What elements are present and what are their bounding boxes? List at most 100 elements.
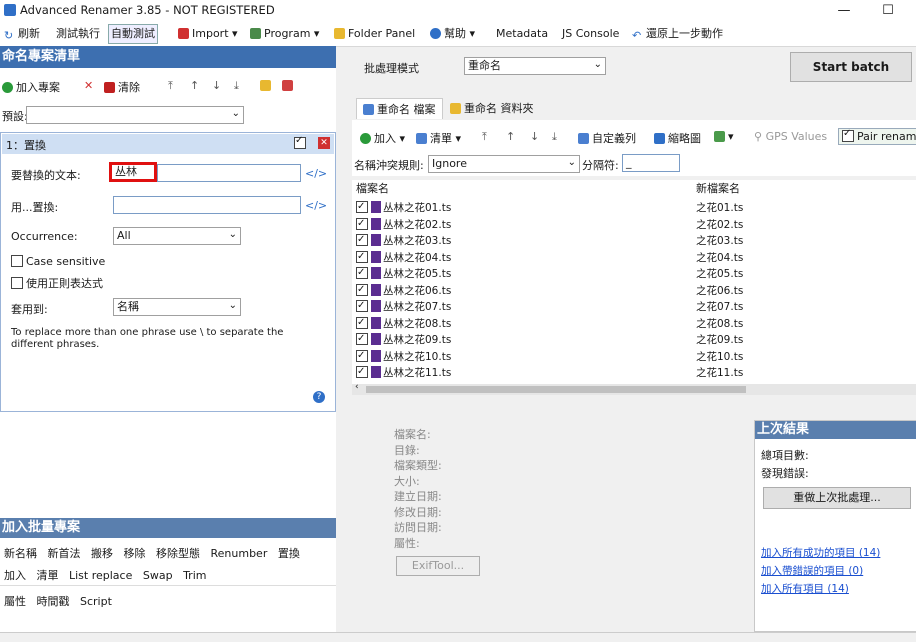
table-row[interactable]: 丛林之花09.ts bbox=[356, 331, 451, 348]
batch-method-move[interactable]: 搬移 bbox=[91, 547, 113, 560]
move-down-icon[interactable]: ↓ bbox=[212, 79, 221, 92]
batch-methods-title: 加入批量專案 bbox=[0, 518, 336, 538]
thumbnails-button[interactable]: 縮略圖 bbox=[654, 130, 701, 146]
checkbox-icon[interactable] bbox=[356, 364, 368, 380]
batch-method-swap[interactable]: Swap bbox=[143, 569, 173, 582]
batch-method-remove-pattern[interactable]: 移除型態 bbox=[156, 547, 200, 560]
minimize-button[interactable]: — bbox=[826, 1, 862, 21]
batch-method-add[interactable]: 加入 bbox=[4, 569, 26, 582]
view-menu[interactable]: ▾ bbox=[714, 130, 734, 143]
clear-button[interactable]: 清除 bbox=[104, 79, 140, 95]
tab-rename-folders[interactable]: 重命名 資料夾 bbox=[450, 100, 534, 116]
batch-method-newname[interactable]: 新名稱 bbox=[4, 547, 37, 560]
add-successful-link[interactable]: 加入所有成功的項目 (14) bbox=[761, 545, 880, 560]
case-sensitive-checkbox[interactable]: Case sensitive bbox=[11, 255, 105, 268]
start-batch-button[interactable]: Start batch bbox=[790, 52, 912, 82]
batch-mode-select[interactable]: 重命名 ⌄ bbox=[464, 57, 606, 75]
checkbox-icon[interactable] bbox=[356, 232, 368, 248]
exiftool-button[interactable]: ExifTool... bbox=[396, 556, 480, 576]
move-bottom-icon[interactable]: ⤓ bbox=[552, 130, 557, 144]
add-errors-link[interactable]: 加入帶錯誤的項目 (0) bbox=[761, 563, 863, 578]
tab-rename-files[interactable]: 重命名 檔案 bbox=[356, 98, 443, 119]
preset-select[interactable]: ⌄ bbox=[26, 106, 244, 124]
refresh-button[interactable]: ↻ 刷新 bbox=[4, 26, 40, 42]
maximize-button[interactable]: ☐ bbox=[870, 1, 906, 21]
batch-method-list-replace[interactable]: List replace bbox=[69, 569, 132, 582]
table-row[interactable]: 丛林之花08.ts bbox=[356, 315, 451, 332]
add-files-menu[interactable]: 加入 ▾ bbox=[360, 130, 405, 146]
enable-method-checkbox[interactable] bbox=[294, 135, 309, 150]
batch-method-attributes[interactable]: 屬性 bbox=[4, 595, 26, 608]
table-row[interactable]: 丛林之花04.ts bbox=[356, 249, 451, 266]
code-icon[interactable]: </> bbox=[305, 199, 327, 212]
scrollbar-thumb[interactable] bbox=[366, 386, 746, 393]
import-menu[interactable]: Import ▾ bbox=[178, 26, 238, 42]
batch-method-trim[interactable]: Trim bbox=[183, 569, 206, 582]
move-bottom-icon[interactable]: ⤓ bbox=[234, 79, 239, 93]
batch-method-replace[interactable]: 置換 bbox=[278, 547, 300, 560]
add-all-link[interactable]: 加入所有項目 (14) bbox=[761, 581, 849, 596]
table-row[interactable]: 丛林之花01.ts bbox=[356, 199, 451, 216]
redo-batch-button[interactable]: 重做上次批處理... bbox=[763, 487, 911, 509]
table-row[interactable]: 丛林之花11.ts bbox=[356, 364, 451, 381]
scroll-left-icon[interactable]: ‹ bbox=[355, 382, 359, 392]
checkbox-icon[interactable] bbox=[356, 282, 368, 298]
undo-button[interactable]: ↶ 還原上一步動作 bbox=[632, 26, 723, 42]
metadata-button[interactable]: Metadata bbox=[496, 26, 548, 42]
add-method-button[interactable]: 加入專案 bbox=[2, 79, 60, 95]
folder-panel-button[interactable]: Folder Panel bbox=[334, 26, 415, 42]
code-icon[interactable]: </> bbox=[305, 167, 327, 180]
replace-input[interactable] bbox=[113, 196, 301, 214]
test-run-button[interactable]: 測試執行 bbox=[56, 26, 100, 42]
column-header-newname[interactable]: 新檔案名 bbox=[696, 180, 740, 198]
auto-test-button[interactable]: 自動測試 bbox=[108, 24, 158, 44]
remove-icon[interactable]: ✕ bbox=[84, 79, 93, 92]
column-header-filename[interactable]: 檔案名 bbox=[356, 180, 389, 198]
table-row[interactable]: 丛林之花07.ts bbox=[356, 298, 451, 315]
table-row[interactable]: 丛林之花05.ts bbox=[356, 265, 451, 282]
help-icon[interactable]: ? bbox=[313, 391, 325, 403]
move-down-icon[interactable]: ↓ bbox=[530, 130, 539, 143]
program-menu[interactable]: Program ▾ bbox=[250, 26, 319, 42]
method-header[interactable]: 1：置換 ✕ bbox=[2, 134, 334, 154]
apply-to-select[interactable]: 名稱 ⌄ bbox=[113, 298, 241, 316]
batch-method-renumber[interactable]: Renumber bbox=[211, 547, 268, 560]
gps-values-button[interactable]: ⚲ GPS Values bbox=[754, 130, 827, 143]
batch-method-newcase[interactable]: 新首法 bbox=[48, 547, 81, 560]
save-preset-icon[interactable] bbox=[282, 79, 296, 92]
move-up-icon[interactable]: ↑ bbox=[190, 79, 199, 92]
checkbox-icon[interactable] bbox=[356, 265, 368, 281]
find-input-extension[interactable] bbox=[157, 164, 301, 182]
table-row[interactable]: 丛林之花06.ts bbox=[356, 282, 451, 299]
move-top-icon[interactable]: ⤒ bbox=[168, 79, 173, 93]
conflict-rule-select[interactable]: Ignore ⌄ bbox=[428, 155, 580, 173]
regex-checkbox[interactable]: 使用正則表达式 bbox=[11, 275, 103, 291]
checkbox-icon[interactable] bbox=[356, 199, 368, 215]
batch-method-list[interactable]: 清單 bbox=[37, 569, 59, 582]
batch-method-timestamp[interactable]: 時間戳 bbox=[37, 595, 70, 608]
find-input[interactable]: 丛林 bbox=[109, 162, 157, 182]
batch-method-remove[interactable]: 移除 bbox=[124, 547, 146, 560]
checkbox-icon[interactable] bbox=[356, 315, 368, 331]
close-icon[interactable]: ✕ bbox=[318, 137, 330, 149]
open-preset-icon[interactable] bbox=[260, 79, 274, 92]
checkbox-icon[interactable] bbox=[356, 348, 368, 364]
pair-rename-button[interactable]: Pair renam bbox=[838, 128, 916, 145]
separator-input[interactable]: _ bbox=[622, 154, 680, 172]
table-row[interactable]: 丛林之花10.ts bbox=[356, 348, 451, 365]
table-row[interactable]: 丛林之花03.ts bbox=[356, 232, 451, 249]
batch-method-script[interactable]: Script bbox=[80, 595, 112, 608]
table-row[interactable]: 丛林之花02.ts bbox=[356, 216, 451, 233]
checkbox-icon[interactable] bbox=[356, 331, 368, 347]
checkbox-icon[interactable] bbox=[356, 216, 368, 232]
js-console-button[interactable]: JS Console bbox=[562, 26, 619, 42]
occurrence-select[interactable]: All ⌄ bbox=[113, 227, 241, 245]
list-menu[interactable]: 清單 ▾ bbox=[416, 130, 461, 146]
custom-columns-button[interactable]: 自定義列 bbox=[578, 130, 636, 146]
help-menu[interactable]: 幫助 ▾ bbox=[430, 26, 475, 42]
move-top-icon[interactable]: ⤒ bbox=[482, 130, 487, 144]
checkbox-icon[interactable] bbox=[356, 249, 368, 265]
checkbox-icon[interactable] bbox=[356, 298, 368, 314]
move-up-icon[interactable]: ↑ bbox=[506, 130, 515, 143]
horizontal-scrollbar[interactable]: ‹ bbox=[352, 382, 916, 395]
